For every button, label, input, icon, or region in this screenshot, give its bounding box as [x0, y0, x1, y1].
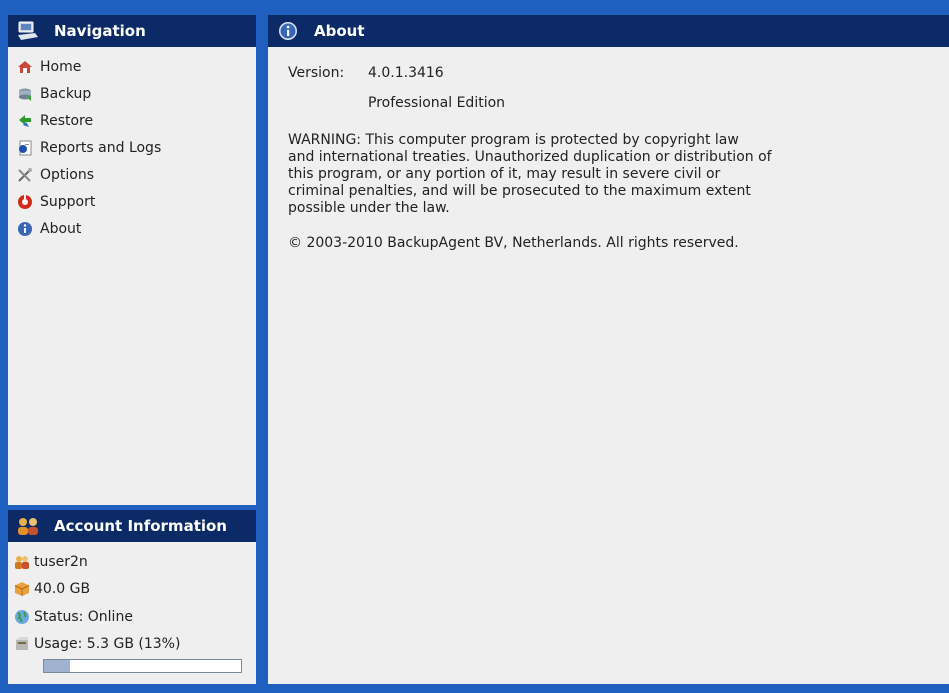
nav-item-about[interactable]: About	[8, 215, 256, 242]
warning-line: possible under the law.	[288, 200, 450, 216]
nav-item-label: Restore	[40, 112, 94, 129]
warning-line: WARNING: This computer program is protec…	[288, 132, 739, 148]
about-title: About	[314, 22, 365, 40]
globe-icon	[14, 609, 30, 625]
info-icon	[17, 221, 33, 237]
navigation-panel: Navigation Home Backup Restore Reports a…	[8, 15, 256, 505]
copyright-warning: WARNING: This computer program is protec…	[288, 132, 888, 217]
nav-item-reports-and-logs[interactable]: Reports and Logs	[8, 134, 256, 161]
nav-item-label: Home	[40, 58, 82, 75]
edition-text: Professional Edition	[368, 95, 506, 111]
navigation-title: Navigation	[54, 22, 146, 40]
warning-line: criminal penalties, and will be prosecut…	[288, 183, 751, 199]
info-icon	[276, 19, 300, 43]
copyright-notice: © 2003-2010 BackupAgent BV, Netherlands.…	[288, 235, 739, 251]
warning-line: and international treaties. Unauthorized…	[288, 149, 772, 165]
about-panel: About Version: 4.0.1.3416 Professional E…	[268, 15, 949, 684]
account-status-row: Status: Online	[8, 603, 256, 631]
nav-item-home[interactable]: Home	[8, 53, 256, 80]
navigation-menu: Home Backup Restore Reports and Logs Opt…	[8, 53, 256, 242]
package-icon	[14, 581, 30, 597]
usage-progress-bar	[43, 659, 242, 673]
nav-item-support[interactable]: Support	[8, 188, 256, 215]
warning-line: this program, or any portion of it, may …	[288, 166, 721, 182]
version-label: Version:	[288, 65, 345, 81]
account-quota: 40.0 GB	[34, 581, 91, 598]
usage-icon	[14, 636, 30, 652]
navigation-header: Navigation	[8, 15, 256, 47]
user-icon	[14, 554, 30, 570]
account-information-header: Account Information	[8, 510, 256, 542]
usage-progress-fill	[44, 660, 70, 672]
users-icon	[16, 514, 40, 538]
nav-item-backup[interactable]: Backup	[8, 80, 256, 107]
nav-item-label: About	[40, 220, 82, 237]
nav-item-label: Backup	[40, 85, 92, 102]
account-usage: Usage: 5.3 GB (13%)	[34, 636, 181, 653]
nav-item-label: Reports and Logs	[40, 139, 162, 156]
nav-item-restore[interactable]: Restore	[8, 107, 256, 134]
home-icon	[17, 59, 33, 75]
nav-item-label: Options	[40, 166, 95, 183]
account-username: tuser2n	[34, 553, 88, 570]
nav-item-label: Support	[40, 193, 96, 210]
nav-item-options[interactable]: Options	[8, 161, 256, 188]
about-header: About	[268, 15, 949, 47]
account-information-panel: Account Information tuser2n 40.0 GB Stat…	[8, 510, 256, 684]
backup-icon	[17, 86, 33, 102]
version-row: Version: 4.0.1.3416	[288, 65, 949, 89]
restore-icon	[17, 113, 33, 129]
reports-icon	[17, 140, 33, 156]
account-username-row: tuser2n	[8, 548, 256, 576]
account-information-title: Account Information	[54, 517, 227, 535]
account-status: Status: Online	[34, 608, 133, 625]
version-value: 4.0.1.3416	[368, 65, 444, 81]
account-quota-row: 40.0 GB	[8, 576, 256, 604]
options-icon	[17, 167, 33, 183]
computer-icon	[16, 19, 40, 43]
account-usage-row: Usage: 5.3 GB (13%)	[8, 631, 256, 659]
support-icon	[17, 194, 33, 210]
